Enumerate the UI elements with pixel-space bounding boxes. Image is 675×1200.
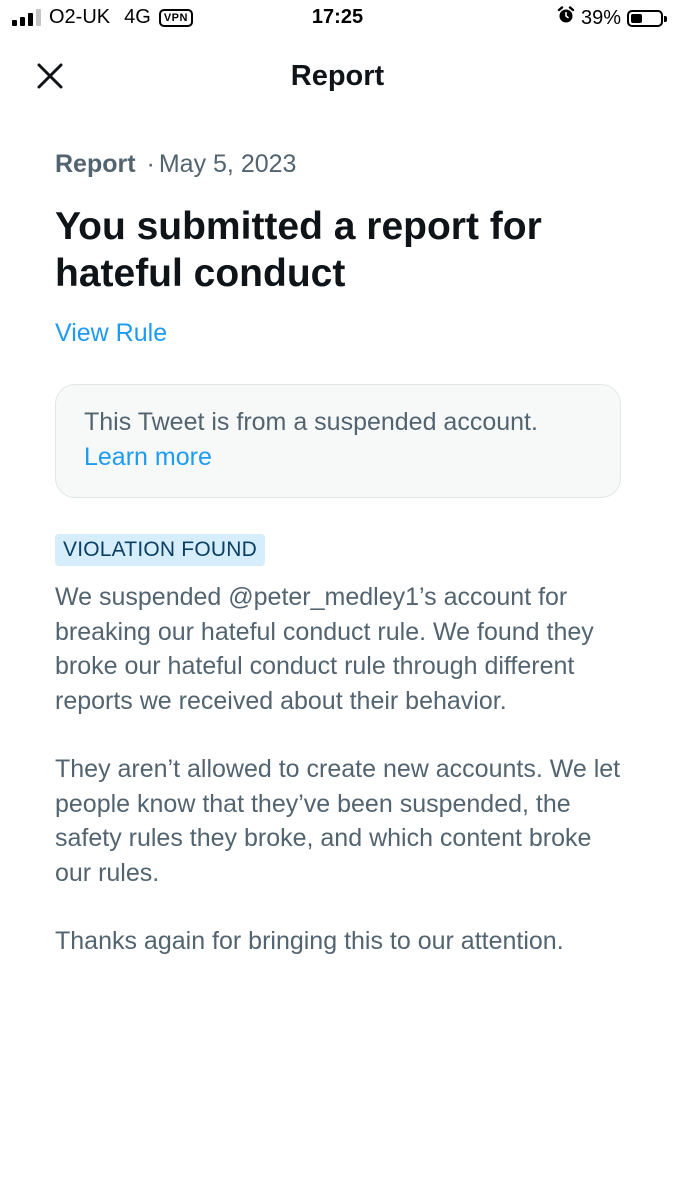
report-label: Report <box>55 150 136 178</box>
report-paragraph: They aren’t allowed to create new accoun… <box>55 755 621 887</box>
status-bar-right: 39% <box>557 6 667 30</box>
battery-percent: 39% <box>580 6 621 29</box>
header: Report <box>0 50 675 106</box>
suspended-account-notice: This Tweet is from a suspended account. … <box>55 384 621 498</box>
alarm-icon <box>557 6 575 30</box>
learn-more-link[interactable]: Learn more <box>84 440 592 475</box>
battery-icon <box>627 9 667 27</box>
report-headline: You submitted a report for hateful condu… <box>55 205 542 295</box>
report-paragraph: We suspended @peter_medley1’s account fo… <box>55 583 594 715</box>
page-title: Report <box>290 60 385 92</box>
violation-badge: VIOLATION FOUND <box>55 534 265 566</box>
view-rule-link[interactable]: View Rule <box>55 319 167 348</box>
meta-separator: · <box>146 150 155 178</box>
notice-text: This Tweet is from a suspended account. <box>84 408 538 436</box>
report-meta: Report · May 5, 2023 <box>55 150 621 179</box>
status-bar: O2-UK 4G VPN 17:25 39% <box>0 0 675 38</box>
report-content: Report · May 5, 2023 You submitted a repo… <box>55 150 621 959</box>
report-paragraph: Thanks again for bringing this to our at… <box>55 927 564 955</box>
battery-fill <box>631 13 642 23</box>
report-date: May 5, 2023 <box>158 150 297 178</box>
